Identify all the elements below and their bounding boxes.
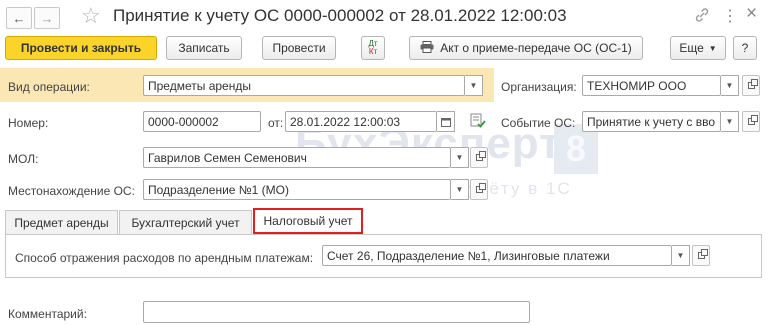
date-label: от: [268, 116, 284, 130]
open-icon [747, 115, 758, 125]
open-icon [475, 183, 486, 193]
post-button[interactable]: Провести [262, 36, 336, 60]
calendar-icon[interactable] [437, 111, 455, 132]
organization-label: Организация: [501, 80, 577, 94]
os-event-select[interactable]: Принятие к учету с вво [582, 111, 721, 132]
close-icon[interactable]: × [746, 3, 757, 25]
tab-tax-accounting[interactable]: Налоговый учет [253, 208, 363, 234]
expense-method-label: Способ отражения расходов по арендным пл… [15, 251, 314, 265]
comment-field[interactable] [143, 301, 530, 323]
tab-lease-object[interactable]: Предмет аренды [5, 210, 118, 234]
arrow-right-icon: → [40, 10, 54, 26]
open-icon [747, 79, 758, 89]
open-icon [475, 151, 486, 161]
comment-label: Комментарий: [8, 307, 87, 321]
number-field[interactable]: 0000-000002 [143, 111, 261, 132]
mol-dropdown-icon[interactable]: ▼ [451, 147, 469, 168]
location-dropdown-icon[interactable]: ▼ [451, 179, 469, 200]
location-select[interactable]: Подразделение №1 (МО) [143, 179, 451, 200]
more-menu-icon[interactable]: ⋮ [722, 6, 738, 26]
print-act-label: Акт о приеме-передаче ОС (ОС-1) [440, 41, 632, 55]
organization-select[interactable]: ТЕХНОМИР ООО [582, 75, 721, 96]
printer-icon [420, 40, 434, 56]
favorite-star-icon[interactable]: ☆ [81, 4, 101, 28]
mol-label: МОЛ: [8, 152, 39, 166]
os-event-label: Событие ОС: [501, 116, 576, 130]
forward-button[interactable]: → [34, 7, 60, 29]
expense-method-dropdown-icon[interactable]: ▼ [672, 245, 690, 266]
kt-label: Кт [368, 47, 378, 56]
tab-accounting[interactable]: Бухгалтерский учет [119, 210, 252, 234]
location-label: Местонахождение ОС: [8, 184, 135, 198]
expense-method-open-button[interactable] [692, 245, 710, 266]
page-title: Принятие к учету ОС 0000-000002 от 28.01… [113, 6, 567, 25]
mol-open-button[interactable] [470, 147, 488, 168]
operation-type-select[interactable]: Предметы аренды [143, 75, 465, 96]
organization-dropdown-icon[interactable]: ▼ [721, 75, 739, 96]
link-icon[interactable] [693, 6, 711, 27]
chevron-down-icon: ▼ [708, 43, 717, 53]
more-actions-button[interactable]: Еще ▼ [670, 36, 726, 60]
number-label: Номер: [8, 116, 49, 130]
date-field[interactable]: 28.01.2022 12:00:03 [285, 111, 437, 132]
more-actions-label: Еще [679, 41, 704, 55]
dt-kt-button[interactable]: Дт Кт [361, 36, 385, 60]
expense-method-select[interactable]: Счет 26, Подразделение №1, Лизинговые пл… [322, 245, 672, 266]
post-and-close-button[interactable]: Провести и закрыть [5, 36, 157, 60]
open-icon [697, 249, 708, 259]
mol-select[interactable]: Гаврилов Семен Семенович [143, 147, 451, 168]
arrow-left-icon: ← [12, 10, 26, 26]
os-event-open-button[interactable] [742, 111, 760, 132]
print-act-button[interactable]: Акт о приеме-передаче ОС (ОС-1) [409, 36, 643, 60]
organization-open-button[interactable] [742, 75, 760, 96]
back-button[interactable]: ← [6, 7, 32, 29]
location-open-button[interactable] [470, 179, 488, 200]
operation-type-label: Вид операции: [8, 80, 90, 94]
document-status-icon [470, 113, 486, 132]
os-event-dropdown-icon[interactable]: ▼ [721, 111, 739, 132]
help-button[interactable]: ? [733, 36, 757, 60]
save-button[interactable]: Записать [166, 36, 242, 60]
operation-type-dropdown-icon[interactable]: ▼ [465, 75, 483, 96]
